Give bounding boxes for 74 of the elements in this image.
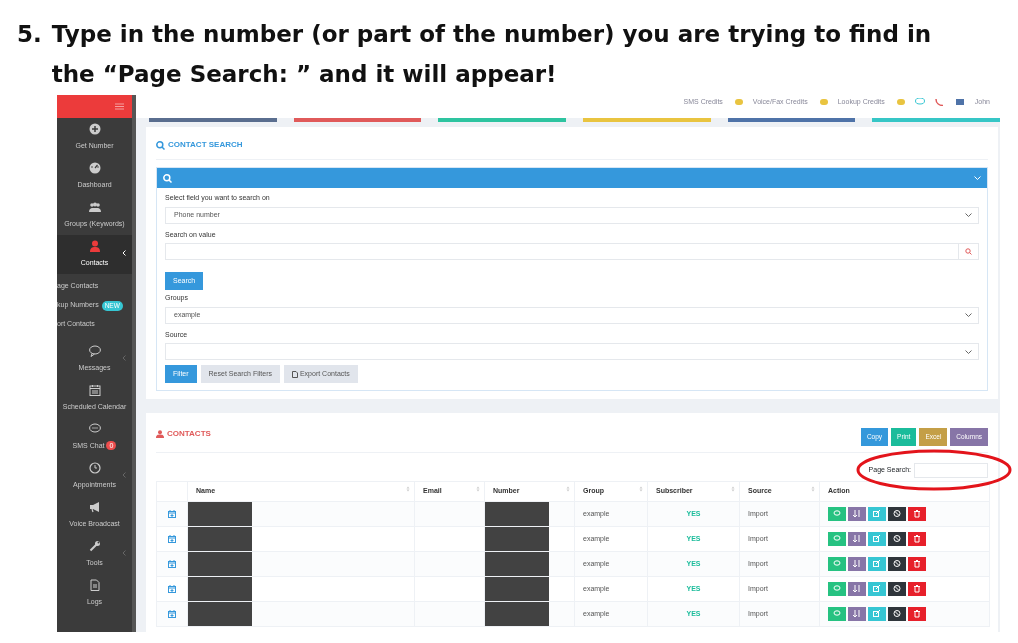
instruction-text: Type in the number (or part of the number) you are trying to find in — [51, 20, 932, 49]
chat-icon — [833, 610, 841, 618]
calendar-icon — [168, 559, 176, 568]
block-icon — [893, 585, 901, 593]
wrench-icon — [88, 540, 101, 553]
trash-icon — [913, 610, 921, 618]
chat-icon — [833, 560, 841, 568]
row-action-button[interactable] — [888, 582, 906, 596]
sort-arrows-icon — [853, 610, 861, 618]
caret-icon — [965, 313, 972, 317]
credit-badge — [734, 99, 743, 105]
row-action-button[interactable] — [888, 557, 906, 571]
calendar-icon — [88, 384, 101, 397]
edit-icon — [873, 535, 881, 543]
phone-icon — [934, 98, 945, 106]
chat-icon — [833, 535, 841, 543]
page-search-field[interactable] — [914, 462, 988, 478]
search-icon — [156, 140, 165, 150]
row-action-button[interactable] — [908, 557, 926, 571]
block-icon — [893, 535, 901, 543]
clock-icon — [88, 462, 101, 475]
edit-icon — [873, 585, 881, 593]
row-action-button[interactable] — [888, 507, 906, 521]
speech-bubble-icon — [88, 345, 101, 358]
person-icon — [88, 240, 101, 253]
gauge-icon — [88, 162, 101, 175]
panel-title: CONTACT SEARCH — [168, 139, 243, 151]
search-input-field[interactable] — [165, 243, 979, 260]
block-icon — [893, 510, 901, 518]
edit-icon — [873, 610, 881, 618]
edit-icon — [873, 510, 881, 518]
select-field[interactable] — [165, 343, 979, 360]
calendar-icon — [168, 584, 176, 593]
chat-icon — [914, 98, 925, 106]
chat-icon — [833, 510, 841, 518]
chevron-down-icon — [974, 176, 981, 180]
row-action-button[interactable] — [888, 532, 906, 546]
credit-badge — [819, 99, 828, 105]
row-action-button[interactable] — [908, 607, 926, 621]
row-action-button[interactable] — [908, 582, 926, 596]
plus-circle-icon — [88, 123, 101, 136]
calendar-icon — [168, 509, 176, 518]
search-icon — [965, 248, 972, 255]
step-number: 5. — [17, 20, 42, 49]
menu-icon — [115, 103, 124, 110]
block-icon — [893, 610, 901, 618]
trash-icon — [913, 535, 921, 543]
document-icon — [88, 579, 101, 592]
trash-icon — [913, 560, 921, 568]
sort-arrows-icon — [853, 535, 861, 543]
calendar-icon — [168, 609, 176, 618]
calendar-icon — [168, 534, 176, 543]
sort-arrows-icon — [853, 510, 861, 518]
credit-badge — [896, 99, 905, 105]
sort-arrows-icon — [853, 585, 861, 593]
row-action-button[interactable] — [888, 607, 906, 621]
person-icon — [156, 430, 164, 438]
caret-icon — [965, 213, 972, 217]
megaphone-icon — [88, 501, 101, 514]
edit-icon — [873, 560, 881, 568]
panel-title: CONTACTS — [167, 428, 211, 440]
trash-icon — [913, 585, 921, 593]
file-icon — [292, 370, 298, 378]
search-icon — [163, 173, 172, 183]
row-action-button[interactable] — [908, 507, 926, 521]
block-icon — [893, 560, 901, 568]
caret-icon — [965, 349, 972, 354]
sort-arrows-icon — [853, 560, 861, 568]
chat-icon — [88, 423, 101, 436]
chat-icon — [833, 585, 841, 593]
trash-icon — [913, 510, 921, 518]
instruction-text: the “Page Search: ” and it will appear! — [51, 60, 558, 89]
row-action-button[interactable] — [908, 532, 926, 546]
people-icon — [88, 201, 101, 214]
